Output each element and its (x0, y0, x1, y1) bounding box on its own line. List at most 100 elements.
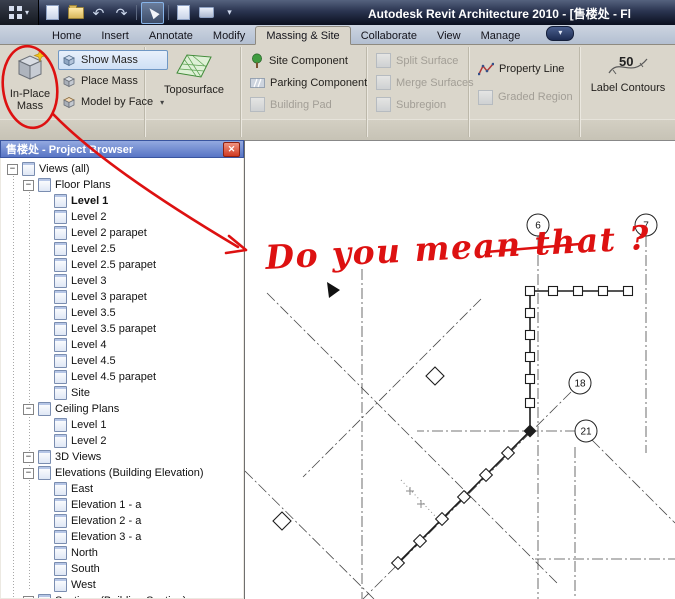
tree-item-label: Elevations (Building Elevation) (55, 467, 204, 479)
undo-icon: ↶ (92, 4, 105, 21)
tree-item[interactable]: Level 2 parapet (1, 225, 243, 241)
view-icon (54, 322, 67, 336)
collapse-icon[interactable]: − (23, 467, 34, 479)
floor-plan-drawing: 6 7 18 21 (245, 213, 675, 599)
collapse-icon[interactable]: − (23, 595, 34, 598)
view-icon (54, 530, 67, 544)
in-place-mass-icon (17, 49, 47, 80)
tree-item[interactable]: − Ceiling Plans (1, 401, 243, 417)
open-button[interactable] (65, 3, 86, 23)
chevron-down-icon: ▾ (227, 7, 232, 17)
toposurface-button[interactable]: Toposurface (150, 49, 238, 119)
in-place-mass-button[interactable]: In-Place Mass (4, 49, 56, 137)
toposurface-label: Toposurface (164, 84, 224, 96)
split-surface-label: Split Surface (396, 54, 459, 67)
tree-item[interactable]: − Floor Plans (1, 177, 243, 193)
application-menu-button[interactable]: ▾ (0, 0, 39, 25)
tree-item[interactable]: − Sections (Building Section) (1, 593, 243, 598)
tree-item-label: Sections (Building Section) (55, 595, 186, 598)
collapse-icon[interactable]: − (23, 179, 34, 191)
new-button[interactable] (42, 3, 63, 23)
site-component-button[interactable]: Site Component (246, 50, 371, 71)
place-mass-label: Place Mass (81, 75, 138, 87)
tab-insert[interactable]: Insert (91, 27, 139, 44)
qat-customize-button[interactable]: ▾ (219, 3, 240, 23)
tree-item[interactable]: Level 4.5 parapet (1, 369, 243, 385)
tree-item[interactable]: Level 1 (1, 417, 243, 433)
new-document-icon (46, 5, 59, 20)
plan-markers (272, 366, 445, 531)
tree-item[interactable]: Level 4 (1, 337, 243, 353)
graded-region-button: Graded Region (474, 86, 577, 108)
grid-bubble-label: 7 (643, 221, 649, 232)
tree-item[interactable]: Level 2.5 (1, 241, 243, 257)
tree-item-label: Elevation 1 - a (71, 499, 142, 511)
view-icon (54, 226, 67, 240)
view-icon (38, 450, 51, 464)
grid-bubble-label: 18 (574, 379, 586, 390)
parking-component-label: Parking Component (270, 76, 368, 89)
view-icon (54, 546, 67, 560)
tab-manage[interactable]: Manage (471, 27, 531, 44)
tree-item[interactable]: − Views (all) (1, 161, 243, 177)
tab-view[interactable]: View (427, 27, 471, 44)
property-stack: Property Line Graded Region (474, 58, 577, 108)
in-place-mass-label: In-Place Mass (9, 88, 51, 112)
property-line-button[interactable]: Property Line (474, 58, 577, 80)
tab-massing-site[interactable]: Massing & Site (255, 26, 351, 45)
tree-item[interactable]: Level 4.5 (1, 353, 243, 369)
tree-item[interactable]: Elevation 3 - a (1, 529, 243, 545)
tree-item[interactable]: Elevation 2 - a (1, 513, 243, 529)
tree-item[interactable]: North (1, 545, 243, 561)
collapse-icon[interactable]: − (7, 163, 18, 175)
tree-item[interactable]: Level 3 parapet (1, 289, 243, 305)
drawing-area[interactable]: 6 7 18 21 (245, 140, 675, 599)
label-contours-icon: 50 (608, 54, 648, 75)
collapse-icon[interactable]: − (23, 451, 34, 463)
tree-item-label: Level 2 (71, 211, 107, 223)
view-icon (54, 370, 67, 384)
tree-item[interactable]: West (1, 577, 243, 593)
tree-item-label: Level 4.5 (71, 355, 116, 367)
document-button[interactable] (173, 3, 194, 23)
ribbon-options-button[interactable]: ▾ (546, 26, 575, 41)
tree-item[interactable]: Site (1, 385, 243, 401)
tree-item[interactable]: Level 2.5 parapet (1, 257, 243, 273)
tree-item[interactable]: Elevation 1 - a (1, 497, 243, 513)
view-icon (54, 258, 67, 272)
tab-modify[interactable]: Modify (203, 27, 255, 44)
view-icon (54, 482, 67, 496)
print-button[interactable] (196, 3, 217, 23)
toolbar-separator (136, 5, 137, 20)
redo-button[interactable]: ↷ (111, 3, 132, 23)
parking-component-button[interactable]: Parking Component (246, 72, 371, 93)
modify-tool-button[interactable] (141, 1, 164, 24)
toolbar-separator (168, 5, 169, 20)
contour-value-label: 50 (619, 54, 633, 69)
tree-item[interactable]: Level 3 (1, 273, 243, 289)
tab-home[interactable]: Home (42, 27, 91, 44)
tab-annotate[interactable]: Annotate (139, 27, 203, 44)
tree-item[interactable]: East (1, 481, 243, 497)
label-contours-button[interactable]: 50 Label Contours (585, 49, 671, 119)
tree-item[interactable]: Level 2 (1, 433, 243, 449)
view-icon (54, 562, 67, 576)
tree-item[interactable]: − Elevations (Building Elevation) (1, 465, 243, 481)
section-arrow-marker (327, 282, 340, 298)
project-browser-header[interactable]: 售楼处 - Project Browser ✕ (0, 140, 244, 158)
tree-item-label: Floor Plans (55, 179, 111, 191)
tree-item[interactable]: Level 3.5 (1, 305, 243, 321)
close-button[interactable]: ✕ (223, 141, 240, 157)
tree-item-label: West (71, 579, 96, 591)
tree-item[interactable]: − 3D Views (1, 449, 243, 465)
tree-item-label: Site (71, 387, 90, 399)
tree-item[interactable]: South (1, 561, 243, 577)
collapse-icon[interactable]: − (23, 403, 34, 415)
undo-button[interactable]: ↶ (88, 3, 109, 23)
tree-item[interactable]: Level 1 (1, 193, 243, 209)
tab-collaborate[interactable]: Collaborate (351, 27, 427, 44)
place-mass-icon (63, 76, 75, 88)
tree-item[interactable]: Level 3.5 parapet (1, 321, 243, 337)
tree-item-label: 3D Views (55, 451, 102, 463)
tree-item[interactable]: Level 2 (1, 209, 243, 225)
